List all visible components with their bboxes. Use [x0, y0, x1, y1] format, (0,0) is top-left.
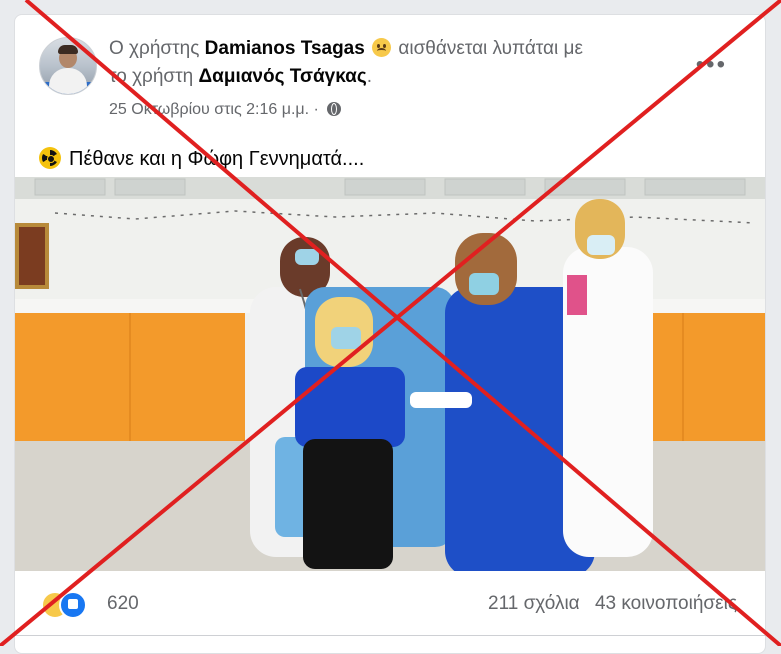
shares-count[interactable]: 43 κοινοποιήσεις: [595, 593, 737, 614]
timestamp-line: 25 Οκτωβρίου στις 2:16 μ.μ. ·: [109, 101, 342, 119]
vaccination-photo-illustration: [15, 177, 765, 571]
radiation-icon: [39, 147, 61, 169]
author-name[interactable]: Damianos Tsagas: [205, 38, 365, 59]
post-stats: 211 σχόλια 43 κοινοποιήσεις: [478, 593, 737, 615]
tagged-user[interactable]: Δαμιανός Τσάγκας: [199, 66, 367, 87]
post-photo[interactable]: [15, 177, 765, 571]
tagged-suffix: .: [366, 66, 373, 87]
timestamp[interactable]: 25 Οκτωβρίου στις 2:16 μ.μ. ·: [109, 101, 319, 118]
with-prefix: το χρήστη: [109, 66, 194, 87]
sad-emoji-icon: [372, 38, 392, 57]
avatar[interactable]: [39, 37, 97, 95]
post-text-line: Πέθανε και η Φώφη Γεννηματά....: [39, 147, 364, 171]
comments-count[interactable]: 211 σχόλια: [488, 593, 580, 614]
globe-icon: [327, 102, 342, 116]
reaction-count[interactable]: 620: [107, 593, 139, 615]
like-reaction-icon: [59, 591, 87, 619]
post-header: Ο χρήστης Damianos Tsagas αισθάνεται λυπ…: [109, 35, 689, 91]
post-text: Πέθανε και η Φώφη Γεννηματά....: [69, 148, 365, 170]
more-options-button[interactable]: •••: [696, 51, 727, 79]
post-card: Ο χρήστης Damianos Tsagas αισθάνεται λυπ…: [14, 14, 766, 654]
header-prefix: Ο χρήστης: [109, 38, 200, 59]
footer-divider: [15, 635, 765, 636]
feeling-text: αισθάνεται λυπάται με: [398, 38, 583, 59]
